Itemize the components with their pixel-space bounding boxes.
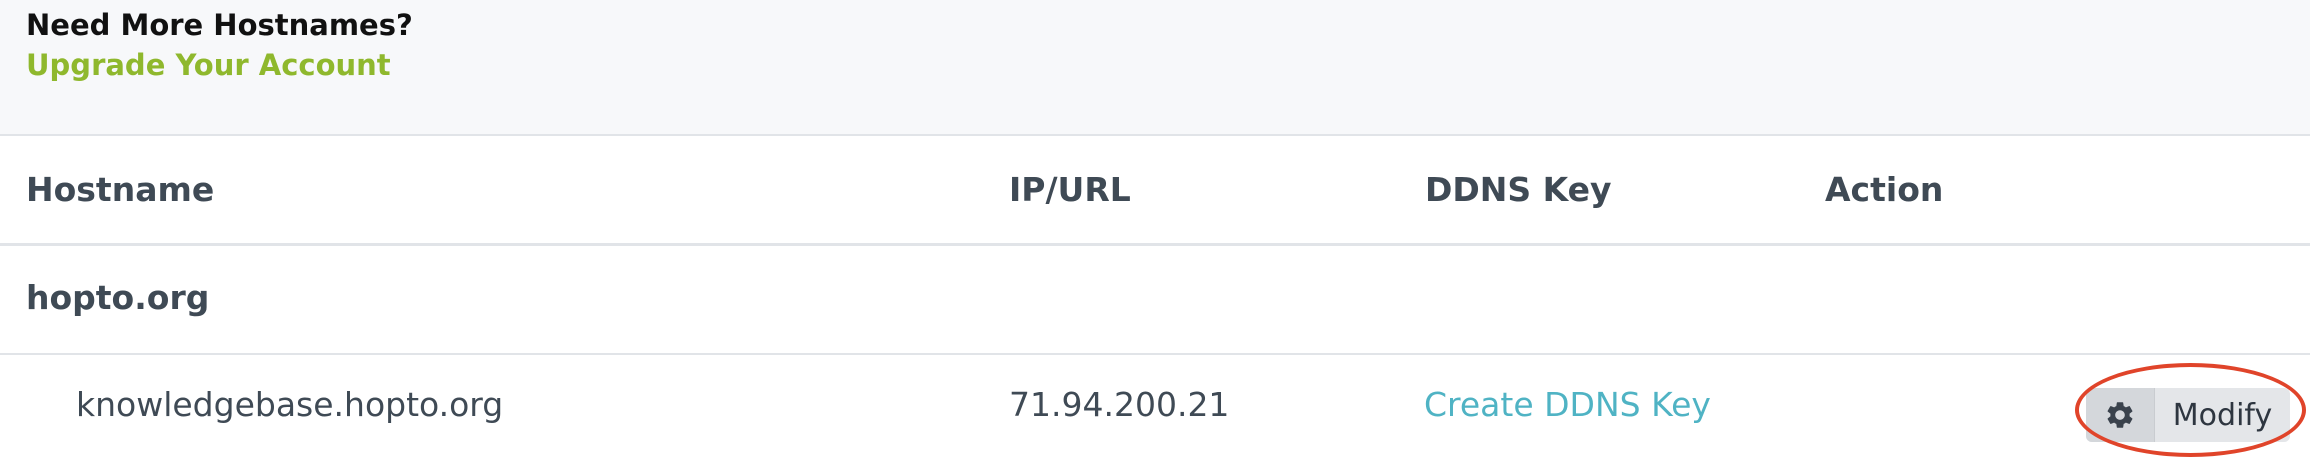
- column-header-hostname: Hostname: [26, 170, 215, 209]
- promo-title: Need More Hostnames?: [26, 8, 413, 42]
- modify-button-label: Modify: [2172, 397, 2273, 433]
- upgrade-promo-banner: Need More Hostnames? Upgrade Your Accoun…: [0, 0, 2310, 136]
- column-header-ip-url: IP/URL: [1009, 170, 1131, 209]
- table-row: knowledgebase.hopto.org 71.94.200.21 Cre…: [0, 355, 2310, 458]
- column-header-action: Action: [1825, 170, 1944, 209]
- create-ddns-key-link[interactable]: Create DDNS Key: [1424, 385, 1711, 424]
- gear-icon: [2086, 388, 2155, 442]
- hostname-cell: knowledgebase.hopto.org: [76, 385, 504, 424]
- ip-cell: 71.94.200.21: [1009, 385, 1230, 424]
- modify-button[interactable]: Modify: [2086, 388, 2290, 442]
- domain-group-label: hopto.org: [26, 278, 210, 317]
- column-header-ddns-key: DDNS Key: [1425, 170, 1612, 209]
- domain-group-row: hopto.org: [0, 246, 2310, 355]
- upgrade-account-link[interactable]: Upgrade Your Account: [26, 48, 391, 82]
- table-header: Hostname IP/URL DDNS Key Action: [0, 136, 2310, 246]
